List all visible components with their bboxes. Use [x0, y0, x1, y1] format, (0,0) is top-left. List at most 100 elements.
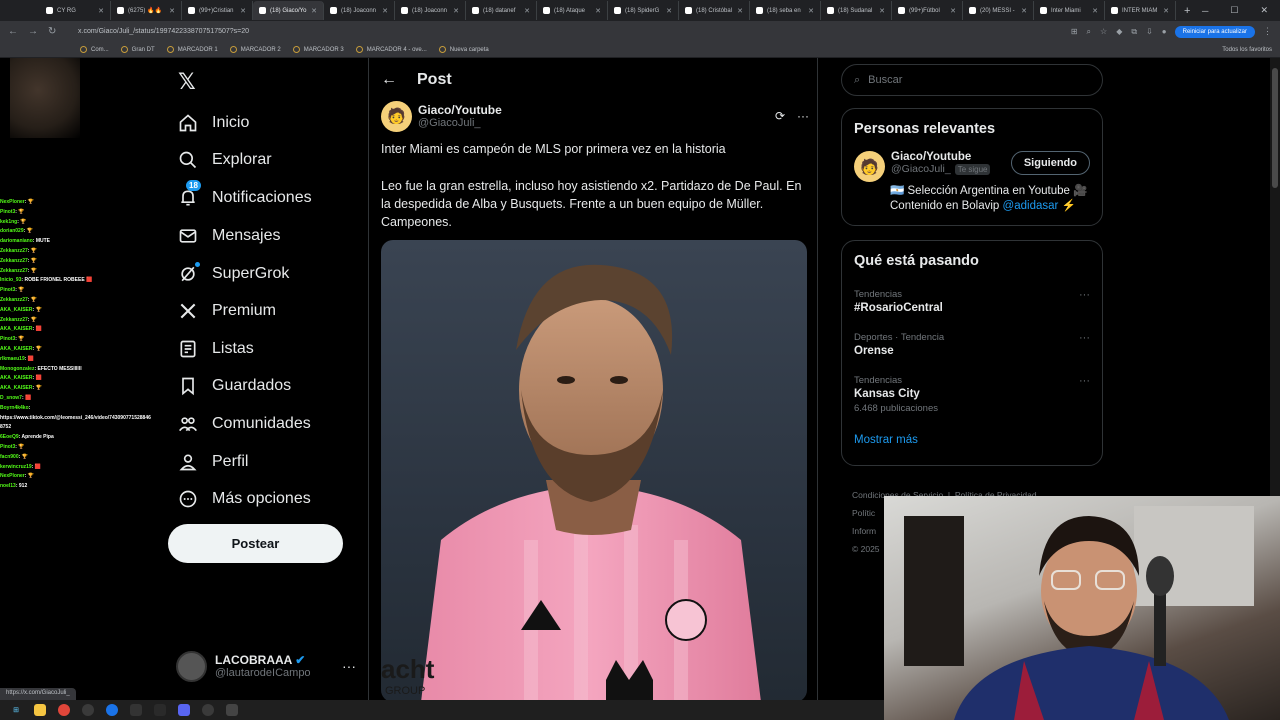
- author-handle[interactable]: @GiacoJuli_: [418, 117, 502, 129]
- tab-close-icon[interactable]: ✕: [311, 7, 317, 15]
- app-icon[interactable]: [226, 704, 238, 716]
- nav-item-premium[interactable]: Premium: [178, 299, 276, 323]
- obs-icon[interactable]: [202, 704, 214, 716]
- browser-tab[interactable]: (18) Giaco/Yo ✕: [253, 1, 324, 20]
- tab-close-icon[interactable]: ✕: [666, 7, 672, 15]
- tab-close-icon[interactable]: ✕: [1092, 7, 1098, 15]
- reload-icon[interactable]: ↻: [48, 26, 56, 37]
- star-icon[interactable]: ☆: [1100, 27, 1107, 37]
- nav-item-notificaciones[interactable]: 18 Notificaciones: [178, 180, 312, 210]
- bookmark-item[interactable]: MARCADOR 4 - ove...: [355, 46, 427, 53]
- trend-more-icon[interactable]: ···: [1079, 375, 1090, 387]
- nav-item-listas[interactable]: Listas: [178, 337, 254, 361]
- tab-close-icon[interactable]: ✕: [1021, 7, 1027, 15]
- back-nav-icon[interactable]: ←: [8, 26, 18, 37]
- extensions-puzzle-icon[interactable]: ⧉: [1131, 27, 1137, 37]
- tab-close-icon[interactable]: ✕: [453, 7, 459, 15]
- tab-close-icon[interactable]: ✕: [98, 7, 104, 15]
- tab-close-icon[interactable]: ✕: [524, 7, 530, 15]
- browser-tab[interactable]: (6275) 🔥🔥 ✕: [111, 1, 182, 20]
- browser-tab[interactable]: (18) SpiderG ✕: [608, 1, 679, 20]
- bookmark-item[interactable]: Com...: [80, 46, 109, 53]
- browser-tab[interactable]: INTER MIAM ✕: [1105, 1, 1176, 20]
- tab-close-icon[interactable]: ✕: [1163, 7, 1169, 15]
- browser-tab[interactable]: (99+)Fútbol ✕: [892, 1, 963, 20]
- minimize-icon[interactable]: ─: [1202, 6, 1208, 16]
- author-avatar[interactable]: 🧑: [381, 100, 412, 132]
- trend-item[interactable]: Tendencias #RosarioCentral ···: [842, 277, 1102, 314]
- bookmark-item[interactable]: Nueva carpeta: [438, 46, 489, 53]
- profile-icon[interactable]: ●: [1162, 27, 1167, 37]
- scrollbar-thumb[interactable]: [1272, 68, 1278, 188]
- app-icon[interactable]: [154, 704, 166, 716]
- bio-link[interactable]: @adidasar: [1003, 200, 1059, 212]
- trend-more-icon[interactable]: ···: [1079, 332, 1090, 344]
- forward-nav-icon[interactable]: →: [28, 26, 38, 37]
- x-logo-icon[interactable]: 𝕏: [178, 70, 196, 95]
- downloads-icon[interactable]: ⇩: [1146, 27, 1153, 37]
- trend-item[interactable]: Deportes · Tendencia Orense ···: [842, 320, 1102, 357]
- file-explorer-icon[interactable]: [34, 704, 46, 716]
- close-window-icon[interactable]: ✕: [1260, 5, 1268, 16]
- tab-close-icon[interactable]: ✕: [240, 7, 246, 15]
- edge-icon[interactable]: [106, 704, 118, 716]
- browser-tab[interactable]: (18) Joaconn ✕: [395, 1, 466, 20]
- post-more-icon[interactable]: ···: [797, 109, 809, 123]
- tab-close-icon[interactable]: ✕: [737, 7, 743, 15]
- nav-item-supergrok[interactable]: SuperGrok: [178, 262, 289, 286]
- steam-icon[interactable]: [82, 704, 94, 716]
- address-bar[interactable]: x.com/Giaco/Juli_/status/199742233870751…: [70, 24, 1063, 40]
- post-media-image[interactable]: acht GROUP: [381, 240, 807, 700]
- relevant-name[interactable]: Giaco/Youtube: [891, 151, 990, 163]
- browser-tab[interactable]: (20) MESSI - ✕: [963, 1, 1034, 20]
- tab-close-icon[interactable]: ✕: [169, 7, 175, 15]
- tab-close-icon[interactable]: ✕: [808, 7, 814, 15]
- bookmark-item[interactable]: MARCADOR 1: [166, 46, 218, 53]
- all-bookmarks[interactable]: Todos los favoritos: [1222, 47, 1280, 53]
- new-tab-icon[interactable]: +: [1176, 5, 1190, 17]
- tab-close-icon[interactable]: ✕: [950, 7, 956, 15]
- nav-item-mensajes[interactable]: Mensajes: [178, 224, 280, 248]
- browser-tab[interactable]: (18) Joaconn ✕: [324, 1, 395, 20]
- nav-item-inicio[interactable]: Inicio: [178, 111, 249, 135]
- bookmark-item[interactable]: MARCADOR 3: [292, 46, 344, 53]
- tab-close-icon[interactable]: ✕: [595, 7, 601, 15]
- trend-item[interactable]: Tendencias Kansas City 6.468 publicaciones…: [842, 363, 1102, 414]
- back-arrow-icon[interactable]: ←: [381, 71, 397, 89]
- extension-icon[interactable]: ◆: [1116, 27, 1122, 37]
- nav-item-perfil[interactable]: Perfil: [178, 450, 248, 474]
- nav-item-comunidades[interactable]: Comunidades: [178, 412, 311, 436]
- windows-start-icon[interactable]: ⊞: [10, 704, 22, 716]
- bookmark-item[interactable]: Gran DT: [120, 46, 155, 53]
- app-icon[interactable]: [130, 704, 142, 716]
- more-icon[interactable]: ···: [342, 658, 356, 674]
- post-button[interactable]: Postear: [168, 524, 343, 563]
- chrome-icon[interactable]: [58, 704, 70, 716]
- browser-tab[interactable]: (18) Cristóbal ✕: [679, 1, 750, 20]
- tab-close-icon[interactable]: ✕: [879, 7, 885, 15]
- maximize-icon[interactable]: ☐: [1230, 5, 1238, 16]
- search-input[interactable]: ⌕ Buscar: [841, 64, 1103, 96]
- browser-tab[interactable]: Inter Miami ✕: [1034, 1, 1105, 20]
- nav-item-más-opciones[interactable]: Más opciones: [178, 487, 311, 511]
- account-switcher[interactable]: LACOBRAAA ✔ @lautarodeICampo ···: [176, 648, 356, 684]
- browser-tab[interactable]: (18) seba en ✕: [750, 1, 821, 20]
- nav-item-guardados[interactable]: Guardados: [178, 374, 291, 398]
- nav-item-explorar[interactable]: Explorar: [178, 148, 272, 172]
- tab-close-icon[interactable]: ✕: [382, 7, 388, 15]
- menu-icon[interactable]: ⋮: [1263, 26, 1280, 37]
- discord-icon[interactable]: [178, 704, 190, 716]
- install-icon[interactable]: ⊞: [1071, 27, 1078, 37]
- browser-tab[interactable]: (18) Ataque ✕: [537, 1, 608, 20]
- grok-icon[interactable]: ⟳: [775, 109, 785, 123]
- zoom-icon[interactable]: ⌕: [1087, 27, 1091, 37]
- update-button[interactable]: Reiniciar para actualizar: [1174, 25, 1255, 38]
- relevant-avatar[interactable]: 🧑: [854, 151, 885, 182]
- browser-tab[interactable]: (99+)Cristian ✕: [182, 1, 253, 20]
- author-name[interactable]: Giaco/Youtube: [418, 103, 502, 117]
- browser-tab[interactable]: (18) Sudanal ✕: [821, 1, 892, 20]
- show-more-link[interactable]: Mostrar más: [842, 414, 1102, 460]
- browser-tab[interactable]: CY RG ✕: [40, 1, 111, 20]
- following-button[interactable]: Siguiendo: [1010, 151, 1090, 175]
- bookmark-item[interactable]: MARCADOR 2: [229, 46, 281, 53]
